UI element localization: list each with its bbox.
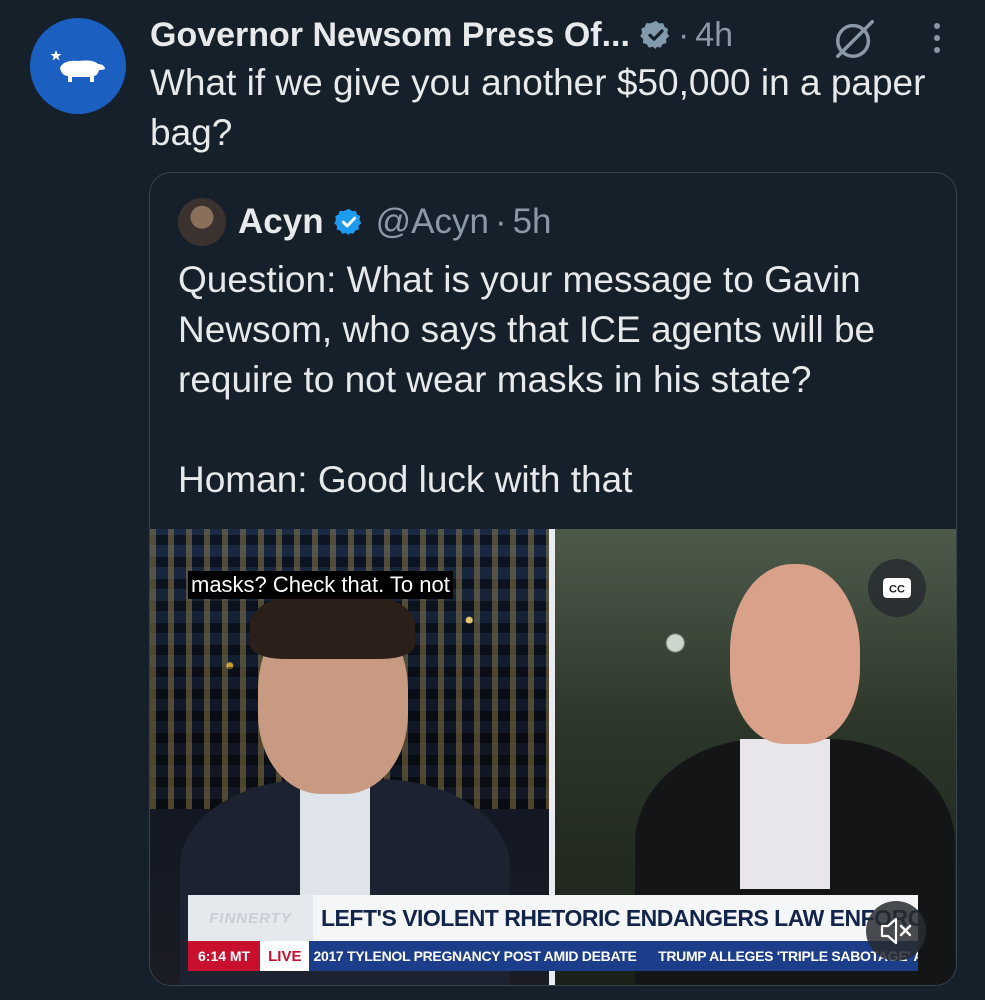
video-player[interactable]: masks? Check that. To not CC FINNERTY LE… [150,529,956,985]
post-time[interactable]: 4h [695,16,733,55]
quoted-author-name[interactable]: Acyn [238,202,324,242]
svg-text:CC: CC [889,584,905,596]
ticker-time: 6:14 MT [188,941,261,971]
guest-head [730,564,860,744]
video-caption: masks? Check that. To not [188,571,453,599]
anchor-hair [250,589,415,659]
mute-button[interactable] [866,901,926,961]
news-headline: LEFT'S VIOLENT RHETORIC ENDANGERS LAW EN… [313,895,918,941]
separator-dot: · [677,15,690,54]
tweet[interactable]: Governor Newsom Press Of... · 4h What if… [0,0,985,1000]
quoted-tweet[interactable]: Acyn @Acyn · 5h Question: What is your m… [149,172,957,986]
guest-shirt [740,739,830,889]
news-ticker: 6:14 MT LIVE 2017 TYLENOL PREGNANCY POST… [188,941,918,971]
more-options-icon[interactable] [922,20,952,61]
ticker-live: LIVE [260,941,310,971]
author-avatar[interactable] [30,18,126,114]
show-name: FINNERTY [188,895,313,941]
anchor-shirt [300,779,370,899]
tweet-header: Governor Newsom Press Of... · 4h [150,12,733,58]
quoted-separator: · [494,202,507,241]
verified-blue-badge-icon [333,207,364,237]
ticker-text: 2017 TYLENOL PREGNANCY POST AMID DEBATE … [313,948,918,964]
closed-captions-button[interactable]: CC [868,559,926,617]
quoted-avatar[interactable] [178,198,226,246]
california-bear-icon [50,50,105,82]
quoted-handle[interactable]: @Acyn [376,202,489,242]
quoted-text: Question: What is your message to Gavin … [178,259,876,500]
quoted-time[interactable]: 5h [513,202,552,242]
verified-badge-icon [640,19,672,51]
author-name[interactable]: Governor Newsom Press Of... [150,16,630,55]
news-lower-third: FINNERTY LEFT'S VIOLENT RHETORIC ENDANGE… [188,895,918,985]
cc-icon: CC [883,578,911,598]
quoted-header: Acyn @Acyn · 5h [178,197,552,247]
tweet-text: What if we give you another $50,000 in a… [150,62,926,153]
speaker-muted-icon [880,917,912,945]
